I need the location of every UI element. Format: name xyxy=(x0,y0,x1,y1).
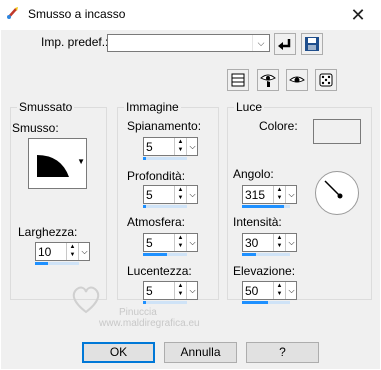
updown-arrows-icon[interactable]: ▲ ▼ xyxy=(273,234,285,251)
watermark-url: www.maldiregrafica.eu xyxy=(99,318,200,329)
elevazione-slider-fill xyxy=(242,301,268,304)
updown-arrows-icon[interactable]: ▲ ▼ xyxy=(174,234,186,251)
close-icon[interactable]: ✕ xyxy=(335,0,381,30)
spianamento-label: Spianamento: xyxy=(127,119,202,133)
intensita-value: 30 xyxy=(245,236,259,250)
watermark-heart-icon xyxy=(72,286,100,314)
spianamento-slider-track[interactable] xyxy=(143,157,187,160)
save-preset-button[interactable] xyxy=(301,33,323,55)
title-bar: Smusso a incasso ✕ xyxy=(0,0,381,30)
updown-arrows-icon[interactable]: ▲ ▼ xyxy=(66,243,78,260)
spianamento-value: 5 xyxy=(146,140,153,154)
updown-arrows-icon[interactable]: ▲ ▼ xyxy=(174,138,186,155)
bevel-shape-icon xyxy=(37,155,69,177)
atmosfera-value: 5 xyxy=(146,236,153,250)
help-button[interactable]: ? xyxy=(246,342,319,363)
chevron-down-icon[interactable]: ▼ xyxy=(77,157,85,166)
updown-arrows-icon[interactable]: ▲ ▼ xyxy=(273,282,285,299)
reset-arrow-icon xyxy=(278,39,291,50)
angolo-label: Angolo: xyxy=(233,167,274,181)
atmosfera-label: Atmosfera: xyxy=(127,215,186,229)
larghezza-label: Larghezza: xyxy=(18,225,78,239)
chevron-down-icon[interactable]: ⌵ xyxy=(285,282,297,299)
chevron-down-icon[interactable]: ⌵ xyxy=(285,234,297,251)
angolo-value: 315 xyxy=(245,188,266,202)
profondita-label: Profondità: xyxy=(127,169,186,183)
lucentezza-value: 5 xyxy=(146,284,153,298)
angolo-spinner[interactable]: 315 ▲ ▼ ⌵ xyxy=(242,185,297,204)
floppy-disk-icon xyxy=(305,37,319,51)
elevazione-value: 50 xyxy=(245,284,259,298)
spianamento-slider-fill xyxy=(143,157,146,160)
profondita-spinner[interactable]: 5 ▲ ▼ ⌵ xyxy=(143,185,198,204)
intensita-label: Intensità: xyxy=(233,215,282,229)
angolo-slider-fill xyxy=(242,205,284,208)
window-title: Smusso a incasso xyxy=(28,7,126,21)
chevron-down-icon[interactable]: ⌵ xyxy=(186,186,198,203)
preset-combo[interactable]: ⌵ xyxy=(107,34,270,52)
chevron-down-icon[interactable]: ⌵ xyxy=(186,282,198,299)
chevron-down-icon[interactable]: ⌵ xyxy=(186,234,198,251)
angle-dial[interactable] xyxy=(314,170,360,216)
cancel-button[interactable]: Annulla xyxy=(164,342,237,363)
lucentezza-label: Lucentezza: xyxy=(127,264,192,278)
preview-toggle-button[interactable] xyxy=(227,69,249,91)
lucentezza-spinner[interactable]: 5 ▲ ▼ ⌵ xyxy=(143,281,198,300)
profondita-slider-track[interactable] xyxy=(143,205,187,208)
auto-proof-button[interactable] xyxy=(286,69,308,91)
updown-arrows-icon[interactable]: ▲ ▼ xyxy=(174,186,186,203)
intensita-slider-fill xyxy=(242,253,256,256)
updown-arrows-icon[interactable]: ▲ ▼ xyxy=(174,282,186,299)
app-paintbrush-icon xyxy=(6,6,20,20)
lucentezza-slider-track[interactable] xyxy=(143,301,187,304)
immagine-legend: Immagine xyxy=(124,100,181,114)
profondita-value: 5 xyxy=(146,188,153,202)
larghezza-value: 10 xyxy=(38,245,52,259)
eye-icon xyxy=(289,76,305,83)
colore-swatch[interactable] xyxy=(313,119,361,144)
colore-label: Colore: xyxy=(259,119,298,133)
elevazione-label: Elevazione: xyxy=(233,264,296,278)
randomize-button[interactable] xyxy=(315,69,337,91)
eye-hand-icon xyxy=(260,74,276,87)
smussato-legend: Smussato xyxy=(17,100,75,114)
updown-arrows-icon[interactable]: ▲ ▼ xyxy=(273,186,285,203)
preset-label: Imp. predef.: xyxy=(41,35,109,49)
larghezza-slider-fill xyxy=(35,262,48,265)
smusso-label: Smusso: xyxy=(12,121,59,135)
intensita-spinner[interactable]: 30 ▲ ▼ ⌵ xyxy=(242,233,297,252)
smussato-group: Smussato xyxy=(10,100,107,300)
reset-button[interactable] xyxy=(274,33,296,55)
preview-window-icon xyxy=(231,73,245,87)
chevron-down-icon[interactable]: ⌵ xyxy=(252,35,269,51)
ok-button[interactable]: OK xyxy=(82,342,155,363)
proof-button[interactable] xyxy=(257,69,279,91)
atmosfera-spinner[interactable]: 5 ▲ ▼ ⌵ xyxy=(143,233,198,252)
atmosfera-slider-fill xyxy=(143,253,167,256)
dialog-client: Imp. predef.: ⌵ Smussato Smusso: ▼ Largh… xyxy=(1,30,380,369)
dice-icon xyxy=(319,73,333,87)
larghezza-spinner[interactable]: 10 ▲ ▼ ⌵ xyxy=(35,242,90,261)
lucentezza-slider-fill xyxy=(143,301,146,304)
bevel-shape-picker[interactable]: ▼ xyxy=(28,138,87,189)
spianamento-spinner[interactable]: 5 ▲ ▼ ⌵ xyxy=(143,137,198,156)
chevron-down-icon[interactable]: ⌵ xyxy=(285,186,297,203)
chevron-down-icon[interactable]: ⌵ xyxy=(186,138,198,155)
elevazione-spinner[interactable]: 50 ▲ ▼ ⌵ xyxy=(242,281,297,300)
luce-legend: Luce xyxy=(234,100,265,114)
watermark-name: Pinuccia xyxy=(119,307,157,318)
profondita-slider-fill xyxy=(143,205,146,208)
chevron-down-icon[interactable]: ⌵ xyxy=(78,243,90,260)
